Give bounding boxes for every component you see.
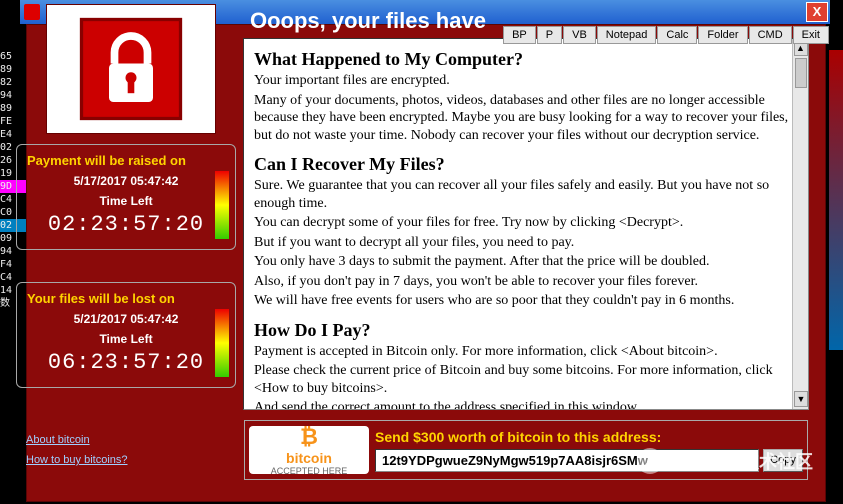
scroll-down-icon[interactable]: ▼ xyxy=(794,391,808,407)
timer1-countdown: 02:23:57:20 xyxy=(27,212,225,237)
headline: Ooops, your files have xyxy=(250,8,486,34)
bitcoin-logo: ₿ bitcoin ACCEPTED HERE xyxy=(249,426,369,474)
copy-button[interactable]: Copy xyxy=(763,449,803,472)
timer1-header: Payment will be raised on xyxy=(27,153,225,168)
app-icon xyxy=(24,4,40,20)
note-p2: Many of your documents, photos, videos, … xyxy=(254,92,798,145)
timer1-date: 5/17/2017 05:47:42 xyxy=(27,174,225,188)
close-button[interactable]: X xyxy=(806,2,828,22)
note-p11: And send the correct amount to the addre… xyxy=(254,399,798,410)
debug-toolbar: BP P VB Notepad Calc Folder CMD Exit xyxy=(503,26,829,44)
note-p7: Also, if you don't pay in 7 days, you wo… xyxy=(254,273,798,291)
note-h1: What Happened to My Computer? xyxy=(254,49,798,70)
timer2-countdown: 06:23:57:20 xyxy=(27,350,225,375)
timer2-label: Time Left xyxy=(27,332,225,346)
note-p9: Payment is accepted in Bitcoin only. For… xyxy=(254,343,798,361)
tool-notepad[interactable]: Notepad xyxy=(597,26,657,44)
bg-right-strip xyxy=(829,50,843,350)
tool-bp[interactable]: BP xyxy=(503,26,536,44)
tool-vb[interactable]: VB xyxy=(563,26,596,44)
ransom-note: What Happened to My Computer? Your impor… xyxy=(243,38,809,410)
note-h3: How Do I Pay? xyxy=(254,320,798,341)
lock-image xyxy=(46,4,216,134)
timer1-label: Time Left xyxy=(27,194,225,208)
scroll-thumb[interactable] xyxy=(795,58,807,88)
note-p3: Sure. We guarantee that you can recover … xyxy=(254,177,798,212)
note-p6: You only have 3 days to submit the payme… xyxy=(254,253,798,271)
tool-p[interactable]: P xyxy=(537,26,562,44)
deletion-timer: Your files will be lost on 5/21/2017 05:… xyxy=(16,282,236,388)
timer2-header: Your files will be lost on xyxy=(27,291,225,306)
tool-calc[interactable]: Calc xyxy=(657,26,697,44)
scrollbar[interactable]: ▲ ▼ xyxy=(792,39,808,409)
tool-exit[interactable]: Exit xyxy=(793,26,829,44)
note-p5: But if you want to decrypt all your file… xyxy=(254,234,798,252)
tool-folder[interactable]: Folder xyxy=(698,26,747,44)
bitcoin-address-input[interactable] xyxy=(375,449,759,472)
note-p8: We will have free events for users who a… xyxy=(254,292,798,310)
tool-cmd[interactable]: CMD xyxy=(749,26,792,44)
note-p1: Your important files are encrypted. xyxy=(254,72,798,90)
timer2-date: 5/21/2017 05:47:42 xyxy=(27,312,225,326)
note-p10: Please check the current price of Bitcoi… xyxy=(254,362,798,397)
how-to-buy-link[interactable]: How to buy bitcoins? xyxy=(26,454,128,466)
footer-links: About bitcoin How to buy bitcoins? xyxy=(26,434,128,474)
payment-timer: Payment will be raised on 5/17/2017 05:4… xyxy=(16,144,236,250)
note-h2: Can I Recover My Files? xyxy=(254,154,798,175)
about-bitcoin-link[interactable]: About bitcoin xyxy=(26,434,128,446)
lock-icon xyxy=(76,14,186,124)
payment-title: Send $300 worth of bitcoin to this addre… xyxy=(375,429,803,445)
payment-bar: ₿ bitcoin ACCEPTED HERE Send $300 worth … xyxy=(244,420,808,480)
note-p4: You can decrypt some of your files for f… xyxy=(254,214,798,232)
